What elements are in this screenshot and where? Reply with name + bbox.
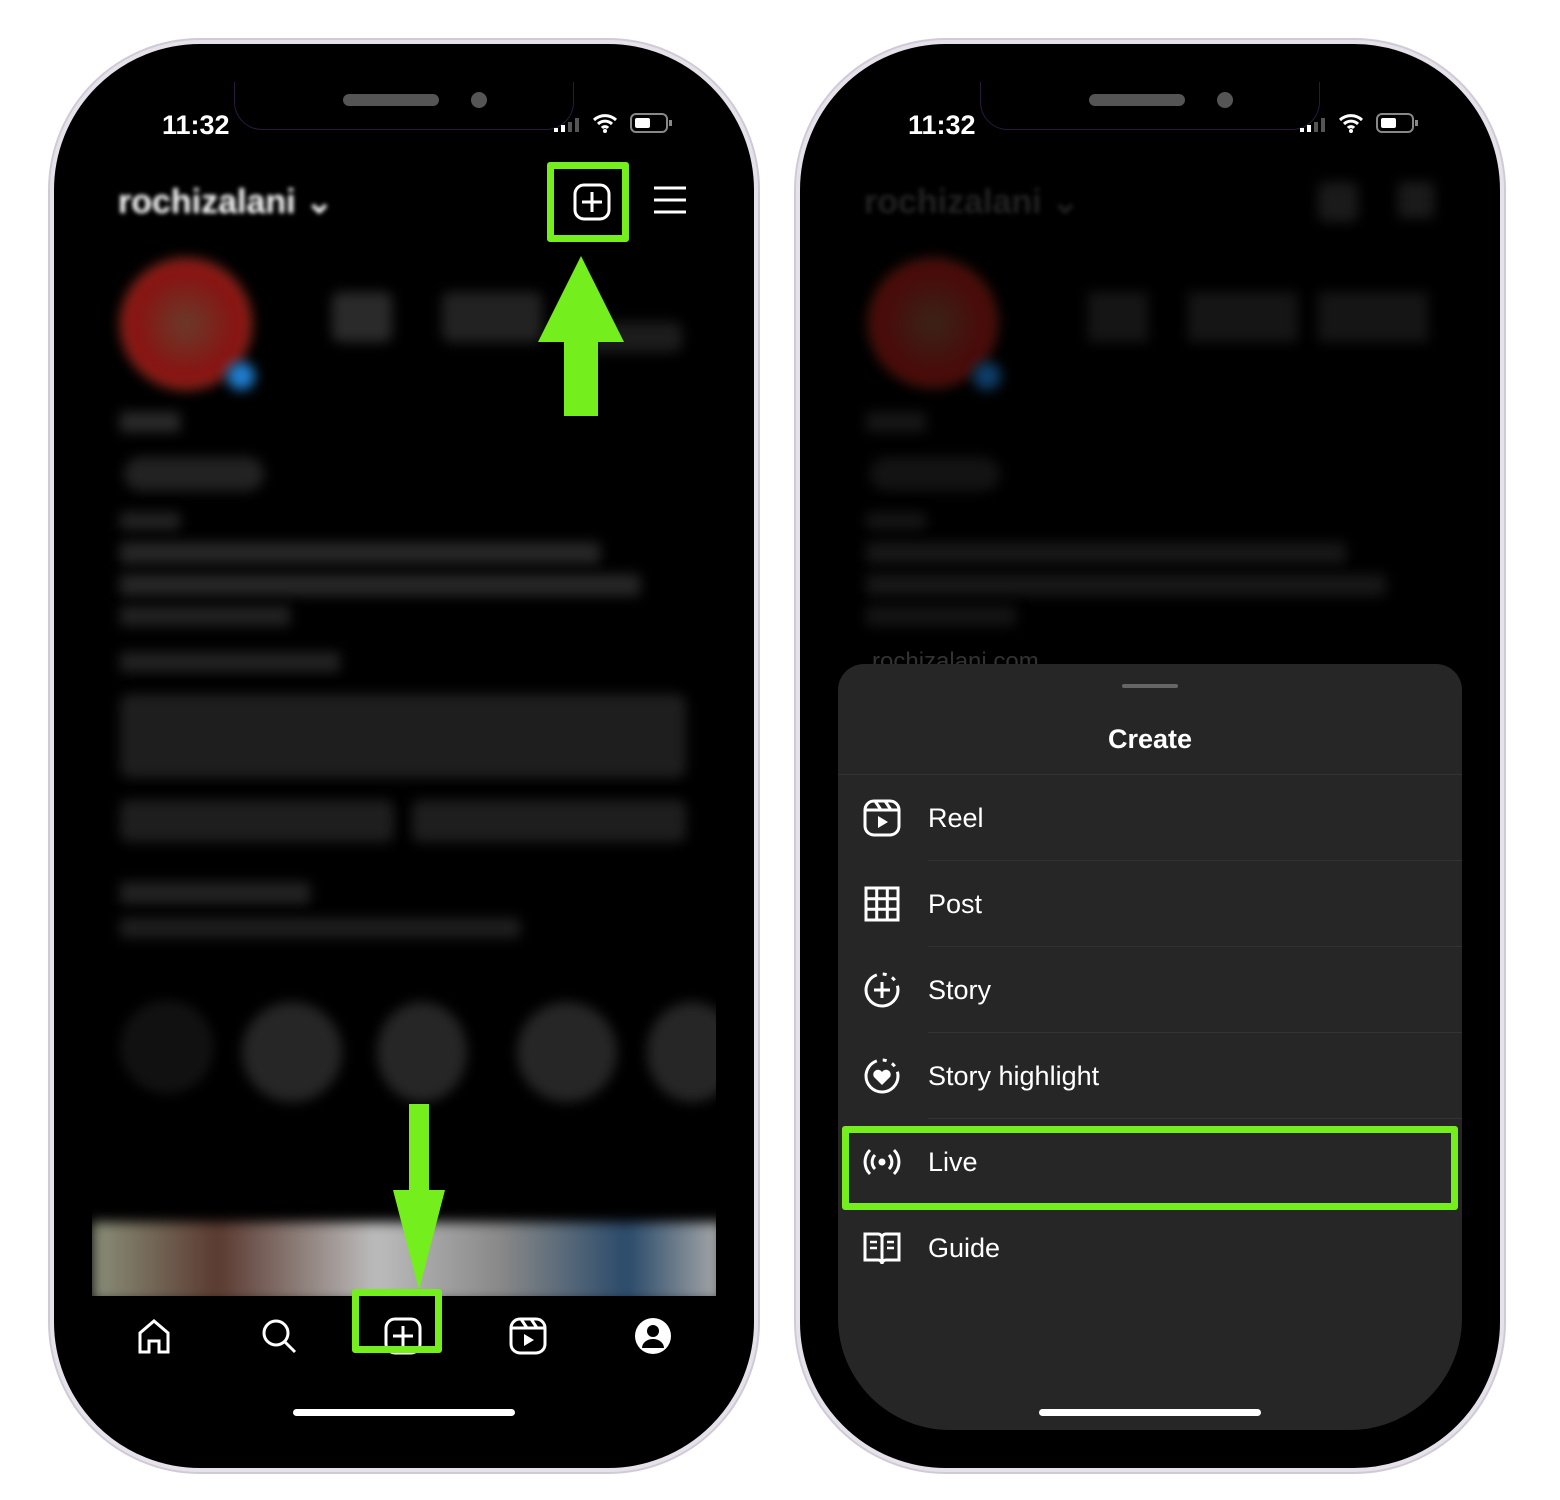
status-time: 11:32 [908,110,976,140]
home-indicator [293,1409,515,1416]
username: rochizalani [118,183,296,221]
create-guide-item[interactable]: Guide [838,1205,1462,1291]
sheet-title: Create [1107,724,1193,754]
highlight-create-button [547,162,629,242]
item-label: Post [928,888,983,919]
grid-icon [864,886,900,922]
followers-count [442,292,542,342]
status-time: 11:32 [162,110,230,140]
notch [234,82,574,130]
create-reel-item[interactable]: Reel [838,775,1462,861]
battery-icon [630,113,672,133]
professional-dashboard[interactable] [120,694,686,778]
notch [980,82,1320,130]
create-bottom-sheet: Create Reel Post Story Story highlight L… [838,664,1462,1430]
highlight-live-item [842,1126,1458,1210]
arrow-up-icon [538,256,624,416]
create-post-item[interactable]: Post [838,861,1462,947]
username-switcher[interactable]: rochizalani ⌄ [118,182,334,222]
story-highlight-icon [864,1058,900,1094]
create-story-highlight-item[interactable]: Story highlight [838,1033,1462,1119]
share-profile-button[interactable] [412,800,686,842]
signal-icon [1300,118,1325,132]
reels-icon[interactable] [508,1316,548,1356]
username-switcher: rochizalani ⌄ [864,183,1080,221]
wifi-icon [592,114,618,133]
item-label: Reel [928,802,984,833]
home-indicator [1039,1409,1261,1416]
username: rochizalani [864,183,1042,221]
arrow-down-icon [393,1104,445,1290]
story-add-icon [864,972,900,1008]
create-sheet-screen: 11:32 rochizalani ⌄ rochizalani.com Crea… [838,82,1462,1430]
status-icons [554,112,672,134]
battery-icon [1376,113,1418,133]
home-icon[interactable] [134,1316,174,1356]
signal-icon [554,118,579,132]
bottom-nav [92,1289,716,1376]
item-label: Story [928,974,992,1005]
posts-count [332,292,392,342]
reel-icon [863,799,901,837]
item-label: Story highlight [928,1060,1100,1091]
edit-profile-button[interactable] [120,800,394,842]
search-icon[interactable] [259,1316,299,1356]
sheet-grabber[interactable] [1122,684,1178,688]
create-story-item[interactable]: Story [838,947,1462,1033]
status-icons [1300,112,1418,134]
item-label: Guide [928,1232,1001,1263]
highlight-nav-create [352,1289,442,1353]
guide-icon [863,1232,901,1265]
wifi-icon [1338,114,1364,133]
right-phone: 11:32 rochizalani ⌄ rochizalani.com Crea… [796,40,1504,1472]
menu-icon[interactable] [652,184,688,216]
profile-icon[interactable] [633,1316,673,1356]
